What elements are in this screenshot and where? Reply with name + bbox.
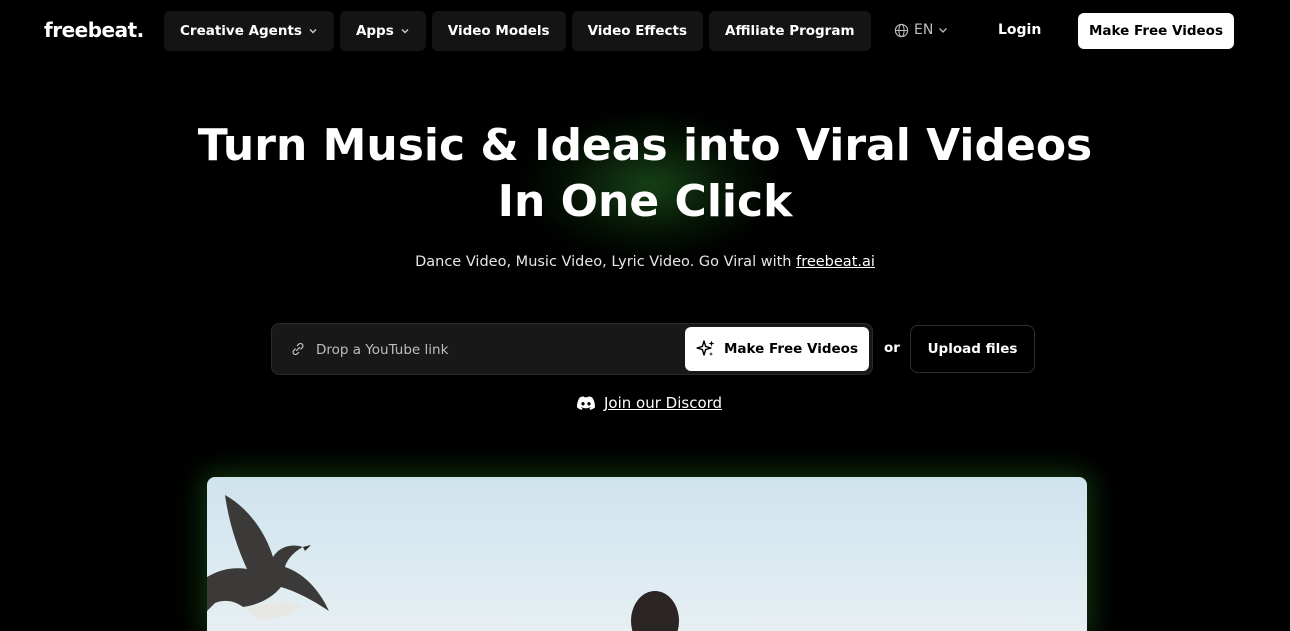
discord-icon — [577, 396, 595, 410]
freebeat-logo[interactable]: freebeat. — [44, 18, 144, 42]
nav-affiliate-program[interactable]: Affiliate Program — [709, 11, 871, 51]
make-free-videos-button[interactable]: Make Free Videos — [685, 327, 869, 371]
hero-title-line-2: In One Click — [497, 176, 793, 227]
discord-link[interactable]: Join our Discord — [577, 394, 722, 412]
discord-link-label: Join our Discord — [604, 394, 723, 412]
nav-video-models[interactable]: Video Models — [431, 11, 566, 51]
video-preview[interactable] — [207, 477, 1087, 631]
or-separator: or — [884, 340, 900, 356]
hero-subtitle-text: Dance Video, Music Video, Lyric Video. G… — [415, 254, 797, 270]
youtube-link-form: Make Free Videos — [271, 323, 873, 375]
hero-title-line-1: Turn Music & Ideas into Viral Videos — [197, 120, 1093, 171]
upload-files-button[interactable]: Upload files — [910, 325, 1035, 373]
language-selector[interactable]: EN — [894, 22, 948, 38]
login-link[interactable]: Login — [998, 22, 1041, 38]
make-free-videos-label: Make Free Videos — [723, 341, 858, 357]
nav-video-models-label: Video Models — [447, 23, 550, 39]
nav-creative-agents[interactable]: Creative Agents — [164, 11, 334, 51]
hero-subtitle: Dance Video, Music Video, Lyric Video. G… — [0, 254, 1290, 270]
link-icon — [292, 342, 304, 356]
freebeat-link[interactable]: freebeat.ai — [796, 254, 875, 270]
main-nav: Creative Agents Apps Video Models Video … — [164, 11, 871, 51]
hero-title: Turn Music & Ideas into Viral Videos In … — [0, 118, 1290, 230]
nav-apps[interactable]: Apps — [339, 11, 426, 51]
youtube-link-input[interactable] — [316, 338, 676, 362]
nav-creative-agents-label: Creative Agents — [180, 23, 302, 39]
nav-video-effects[interactable]: Video Effects — [571, 11, 704, 51]
chevron-down-icon — [401, 29, 409, 34]
nav-video-effects-label: Video Effects — [587, 23, 688, 39]
globe-icon — [894, 23, 909, 37]
sparkle-icon — [696, 340, 715, 356]
chevron-down-icon — [309, 29, 317, 34]
site-header: freebeat. Creative Agents Apps Video Mod… — [0, 0, 1290, 62]
language-label: EN — [914, 22, 934, 38]
chevron-down-icon — [939, 28, 948, 33]
person-silhouette — [631, 591, 679, 631]
nav-affiliate-program-label: Affiliate Program — [725, 23, 855, 39]
make-free-videos-header-button[interactable]: Make Free Videos — [1078, 13, 1234, 49]
bird-illustration — [207, 495, 329, 620]
nav-apps-label: Apps — [355, 23, 394, 39]
